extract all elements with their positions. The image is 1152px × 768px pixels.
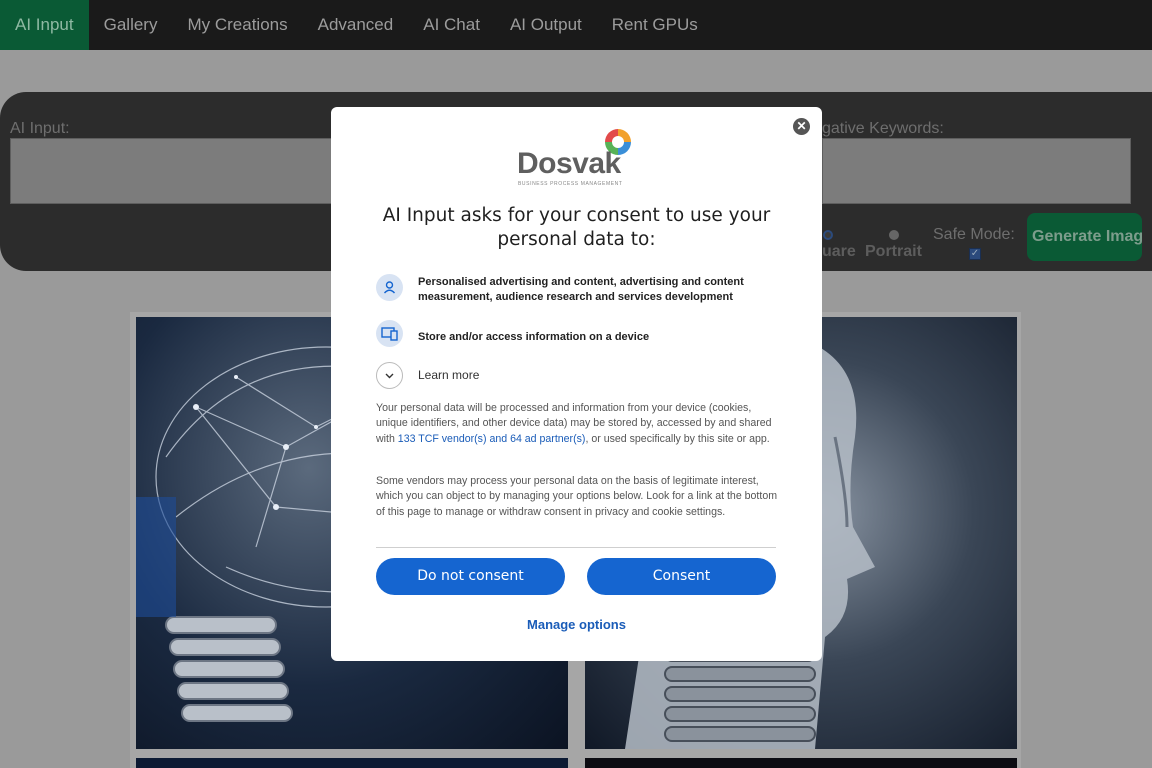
- safe-mode-label: Safe Mode:: [933, 226, 1015, 243]
- vendors-link[interactable]: 133 TCF vendor(s) and 64 ad partner(s): [398, 433, 586, 445]
- nav-tab-advanced[interactable]: Advanced: [303, 0, 409, 50]
- do-not-consent-button[interactable]: Do not consent: [376, 558, 565, 595]
- consent-title: AI Input asks for your consent to use yo…: [382, 205, 771, 250]
- consent-dialog: ✕ Dosvak BUSINESS PROCESS MANAGEMENT AI …: [331, 107, 822, 661]
- chevron-down-icon[interactable]: [376, 362, 403, 389]
- gallery-image-4[interactable]: [585, 758, 1017, 768]
- radio-square[interactable]: [823, 230, 833, 240]
- nav-tab-gallery[interactable]: Gallery: [89, 0, 173, 50]
- nav-tab-my-creations[interactable]: My Creations: [172, 0, 302, 50]
- nav-tab-rent-gpus[interactable]: Rent GPUs: [597, 0, 713, 50]
- negative-keywords-label: gative Keywords:: [822, 120, 944, 137]
- learn-more-label: Learn more: [418, 368, 480, 382]
- nav-tab-ai-input[interactable]: AI Input: [0, 0, 89, 50]
- nav-tab-ai-output[interactable]: AI Output: [495, 0, 597, 50]
- manage-options-link[interactable]: Manage options: [331, 617, 822, 632]
- brand-tagline: BUSINESS PROCESS MANAGEMENT: [518, 181, 623, 187]
- generate-image-button[interactable]: Generate Image: [1027, 213, 1142, 261]
- nav-tab-ai-chat[interactable]: AI Chat: [408, 0, 495, 50]
- consent-paragraph-vendors: Your personal data will be processed and…: [376, 401, 778, 447]
- top-nav: AI Input Gallery My Creations Advanced A…: [0, 0, 1152, 50]
- radio-portrait[interactable]: [889, 230, 899, 240]
- radio-portrait-label: Portrait: [865, 243, 922, 260]
- ai-input-label: AI Input:: [10, 120, 70, 137]
- person-icon: [376, 274, 403, 301]
- divider: [376, 547, 776, 548]
- purpose-text-device: Store and/or access information on a dev…: [418, 331, 650, 343]
- negative-keywords-field[interactable]: [822, 138, 1131, 204]
- purpose-text-advertising: Personalised advertising and content, ad…: [418, 276, 744, 303]
- safe-mode-checkbox[interactable]: ✓: [969, 248, 981, 260]
- radio-square-label: uare: [822, 243, 856, 260]
- paragraph-text: , or used specifically by this site or a…: [585, 432, 770, 445]
- brand-logo: Dosvak BUSINESS PROCESS MANAGEMENT: [517, 129, 637, 191]
- gallery-image-3[interactable]: [136, 758, 568, 768]
- ai-input-field[interactable]: [10, 138, 340, 204]
- device-icon: [376, 320, 403, 347]
- consent-button[interactable]: Consent: [587, 558, 776, 595]
- brand-name: Dosvak: [517, 147, 621, 180]
- close-icon[interactable]: ✕: [793, 118, 810, 135]
- consent-paragraph-legitimate-interest: Some vendors may process your personal d…: [376, 475, 778, 518]
